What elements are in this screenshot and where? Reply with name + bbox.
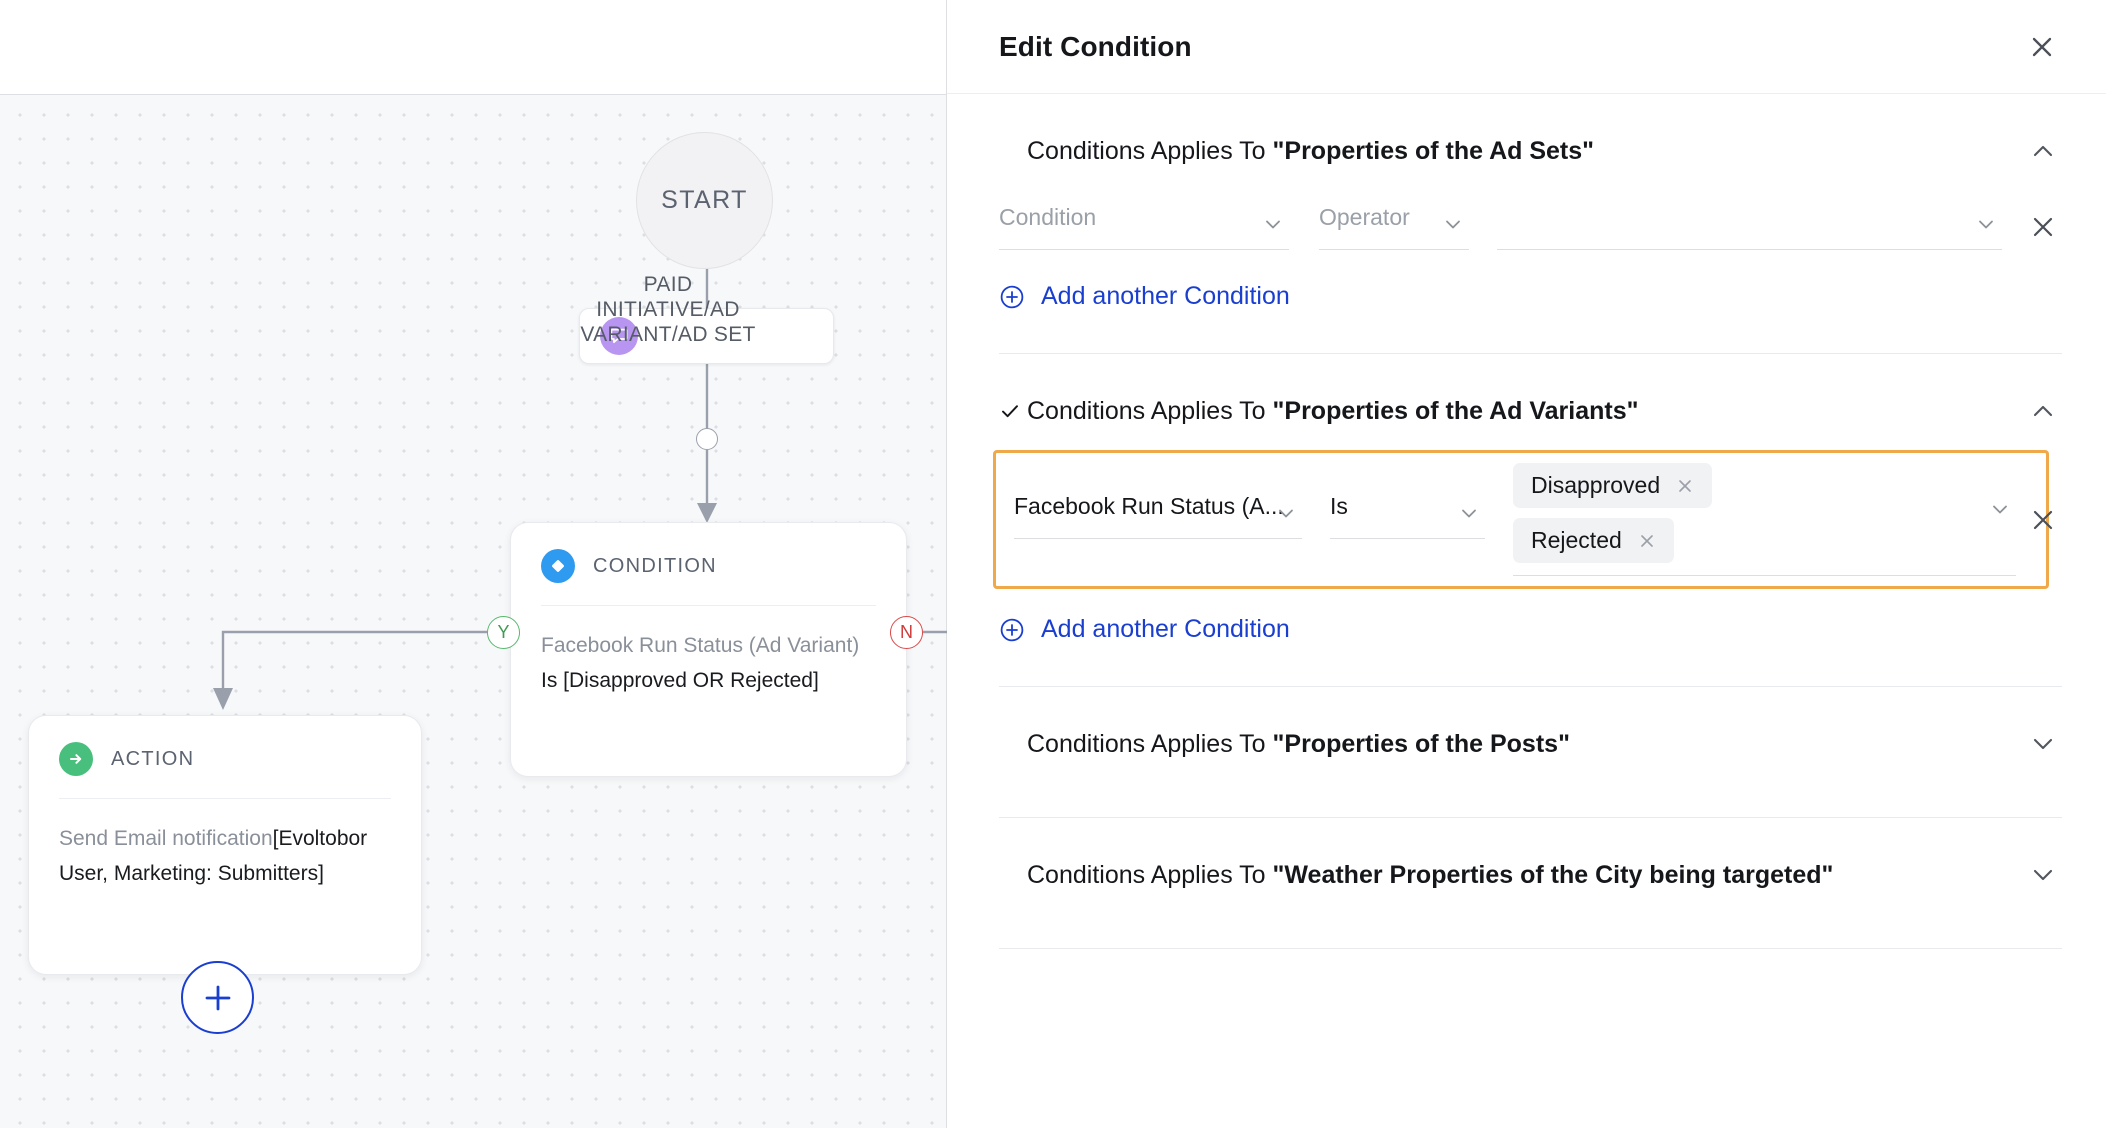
remove-condition-button[interactable] <box>2024 501 2062 539</box>
value-multiselect[interactable]: Disapproved Rejected <box>1513 463 2016 576</box>
section-posts: Conditions Applies To "Properties of the… <box>999 686 2062 817</box>
add-another-condition-label: Add another Condition <box>1041 282 1290 310</box>
operator-select-value: Operator <box>1319 204 1410 230</box>
workflow-canvas[interactable]: START PAID INITIATIVE/AD VARIANT/AD SET … <box>0 0 947 1128</box>
edit-condition-panel: Edit Condition Conditions Applies To "Pr… <box>947 0 2106 1128</box>
action-card-body: Send Email notification[Evoltobor User, … <box>29 799 421 917</box>
close-icon[interactable] <box>2022 27 2062 67</box>
condition-select-value: Condition <box>999 204 1097 230</box>
add-another-condition-button-ad-variants[interactable]: Add another Condition <box>999 593 1290 686</box>
condition-port-no[interactable]: N <box>890 616 923 649</box>
action-node-card[interactable]: ACTION Send Email notification[Evoltobor… <box>28 715 422 975</box>
condition-port-yes[interactable]: Y <box>487 616 520 649</box>
section-ad-sets: Conditions Applies To "Properties of the… <box>999 94 2062 353</box>
panel-bottom-divider <box>999 948 2062 949</box>
value-chip-label: Rejected <box>1531 527 1622 553</box>
condition-card-body: Facebook Run Status (Ad Variant) Is [Dis… <box>511 606 906 724</box>
operator-select[interactable]: Operator <box>1319 204 1469 250</box>
value-chip[interactable]: Rejected <box>1513 518 1674 563</box>
action-card-title: ACTION <box>111 747 195 770</box>
section-ad-variants-label: Conditions Applies To "Properties of the… <box>1027 396 1639 425</box>
remove-condition-button[interactable] <box>2024 208 2062 246</box>
add-node-button[interactable] <box>181 961 254 1034</box>
condition-select[interactable]: Facebook Run Status (A... <box>1014 493 1302 539</box>
chevron-down-icon <box>1441 212 1465 236</box>
condition-select[interactable]: Condition <box>999 204 1289 250</box>
panel-header: Edit Condition <box>947 0 2106 94</box>
flow-junction-dot[interactable] <box>696 428 718 450</box>
condition-node-card[interactable]: CONDITION Facebook Run Status (Ad Varian… <box>510 522 907 777</box>
condition-row-ad-sets: Condition Operator <box>999 178 2062 260</box>
section-weather-header[interactable]: Conditions Applies To "Weather Propertie… <box>999 848 2062 902</box>
condition-card-header: CONDITION <box>511 523 906 605</box>
start-node[interactable]: START <box>636 132 773 269</box>
chevron-down-icon <box>1274 501 1298 525</box>
condition-card-body-emphasis: Is [Disapproved OR Rejected] <box>541 669 819 692</box>
selected-values-chips: Disapproved Rejected <box>1513 463 1772 563</box>
start-node-label: START <box>661 186 748 214</box>
remove-chip-icon[interactable] <box>1674 475 1696 497</box>
section-weather-spacer <box>999 902 2062 948</box>
add-another-condition-button-ad-sets[interactable]: Add another Condition <box>999 260 1290 353</box>
chevron-down-icon[interactable] <box>2024 725 2062 763</box>
section-ad-variants-header[interactable]: Conditions Applies To "Properties of the… <box>999 384 2062 438</box>
value-chip[interactable]: Disapproved <box>1513 463 1713 508</box>
check-icon <box>999 400 1027 422</box>
section-posts-spacer <box>999 771 2062 817</box>
section-ad-variants: Conditions Applies To "Properties of the… <box>993 353 2062 686</box>
speech-bubble-icon <box>600 317 638 355</box>
chevron-down-icon[interactable] <box>2024 856 2062 894</box>
tag-node[interactable] <box>579 308 834 364</box>
condition-select-value: Facebook Run Status (A... <box>1014 493 1284 519</box>
section-posts-label: Conditions Applies To "Properties of the… <box>1027 729 1570 758</box>
app-root: START PAID INITIATIVE/AD VARIANT/AD SET … <box>0 0 2106 1128</box>
diamond-icon <box>541 549 575 583</box>
plus-circle-icon <box>999 284 1025 310</box>
action-card-header: ACTION <box>29 716 421 798</box>
condition-card-body-prefix: Facebook Run Status (Ad Variant) <box>541 634 860 657</box>
panel-body: Conditions Applies To "Properties of the… <box>947 94 2106 1128</box>
chevron-down-icon <box>1988 497 2012 521</box>
remove-chip-icon[interactable] <box>1636 530 1658 552</box>
value-chip-label: Disapproved <box>1531 472 1661 498</box>
condition-row-ad-variants-highlighted: Facebook Run Status (A... Is Disapproved… <box>993 450 2049 589</box>
chevron-up-icon[interactable] <box>2024 132 2062 170</box>
operator-select[interactable]: Is <box>1330 493 1485 539</box>
page-title: Edit Condition <box>999 30 1192 62</box>
canvas-top-band <box>0 0 947 94</box>
arrow-right-circle-icon <box>59 742 93 776</box>
add-another-condition-label: Add another Condition <box>1041 615 1290 643</box>
value-select[interactable] <box>1497 204 2002 250</box>
section-posts-header[interactable]: Conditions Applies To "Properties of the… <box>999 717 2062 771</box>
condition-port-no-label: N <box>900 622 913 642</box>
plus-icon <box>205 985 230 1010</box>
chevron-down-icon <box>1261 212 1285 236</box>
condition-port-yes-label: Y <box>497 622 510 642</box>
chevron-down-icon <box>1974 212 1998 236</box>
action-card-body-prefix: Send Email notification <box>59 827 273 850</box>
section-weather: Conditions Applies To "Weather Propertie… <box>999 817 2062 948</box>
chevron-down-icon <box>1457 501 1481 525</box>
section-ad-sets-label: Conditions Applies To "Properties of the… <box>1027 136 1594 165</box>
operator-select-value: Is <box>1330 493 1348 519</box>
section-weather-label: Conditions Applies To "Weather Propertie… <box>1027 860 1834 889</box>
section-ad-sets-header[interactable]: Conditions Applies To "Properties of the… <box>999 124 2062 178</box>
condition-card-title: CONDITION <box>593 554 717 577</box>
chevron-up-icon[interactable] <box>2024 392 2062 430</box>
plus-circle-icon <box>999 617 1025 643</box>
